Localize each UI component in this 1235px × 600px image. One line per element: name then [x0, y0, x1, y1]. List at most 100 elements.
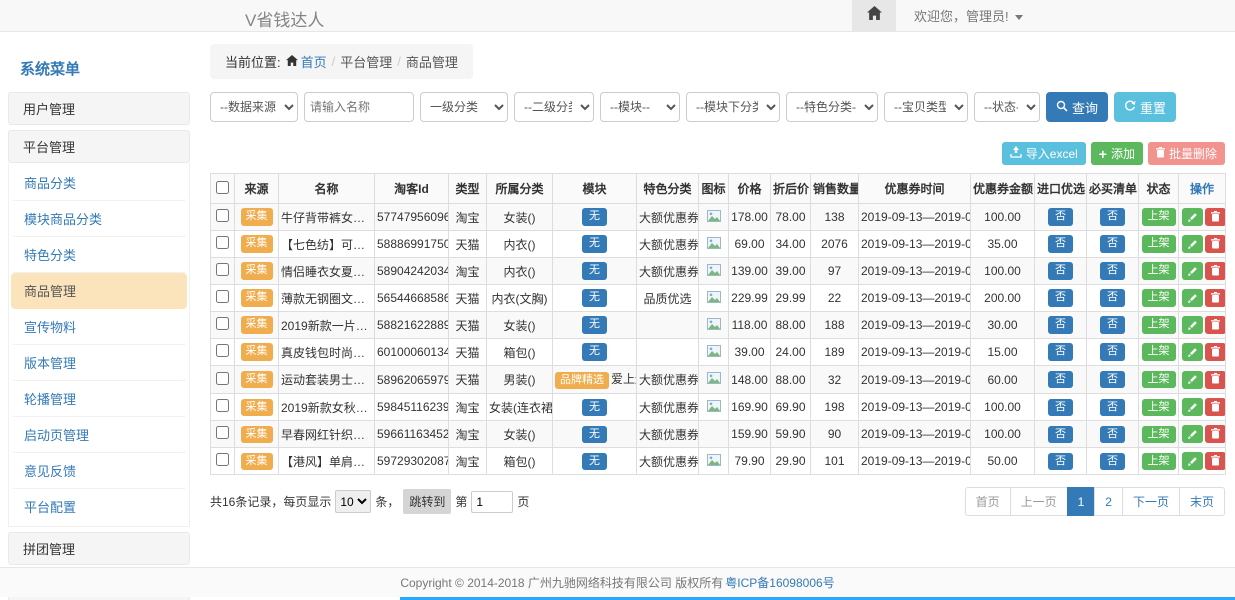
- page-button[interactable]: 首页: [965, 487, 1011, 516]
- import-toggle-badge[interactable]: 否: [1048, 371, 1073, 388]
- module-badge[interactable]: 无: [582, 453, 607, 470]
- sidebar-section-header[interactable]: 拼团管理: [8, 532, 190, 565]
- must-buy-toggle-badge[interactable]: 否: [1100, 426, 1125, 443]
- module-badge[interactable]: 无: [582, 426, 607, 443]
- delete-button[interactable]: [1205, 343, 1226, 361]
- edit-button[interactable]: [1182, 316, 1203, 334]
- sidebar-section-header[interactable]: 平台管理: [8, 130, 190, 163]
- module-badge[interactable]: 无: [582, 343, 607, 360]
- delete-button[interactable]: [1205, 316, 1226, 334]
- status-badge[interactable]: 上架: [1142, 399, 1176, 416]
- sidebar-item[interactable]: 版本管理: [11, 345, 187, 381]
- import-toggle-badge[interactable]: 否: [1048, 399, 1073, 416]
- edit-button[interactable]: [1182, 371, 1203, 389]
- import-toggle-badge[interactable]: 否: [1048, 316, 1073, 333]
- page-button[interactable]: 末页: [1179, 487, 1225, 516]
- module-badge[interactable]: 无: [582, 262, 607, 279]
- page-button[interactable]: 下一页: [1122, 487, 1180, 516]
- must-buy-toggle-badge[interactable]: 否: [1100, 371, 1125, 388]
- import-toggle-badge[interactable]: 否: [1048, 208, 1073, 225]
- module-badge[interactable]: 品牌精选: [555, 372, 609, 389]
- delete-button[interactable]: [1205, 425, 1226, 443]
- status-badge[interactable]: 上架: [1142, 262, 1176, 279]
- sidebar-item[interactable]: 启动页管理: [11, 417, 187, 453]
- delete-button[interactable]: [1205, 289, 1226, 307]
- edit-button[interactable]: [1182, 208, 1203, 226]
- module-badge[interactable]: 无: [582, 316, 607, 333]
- page-button[interactable]: 1: [1067, 487, 1096, 516]
- row-checkbox[interactable]: [216, 263, 229, 276]
- page-size-select[interactable]: 10: [335, 490, 371, 513]
- batch-delete-button[interactable]: 批量删除: [1148, 142, 1225, 165]
- must-buy-toggle-badge[interactable]: 否: [1100, 262, 1125, 279]
- edit-button[interactable]: [1182, 262, 1203, 280]
- sidebar-item[interactable]: 模块商品分类: [11, 201, 187, 237]
- edit-button[interactable]: [1182, 452, 1203, 470]
- module-badge[interactable]: 无: [582, 399, 607, 416]
- status-badge[interactable]: 上架: [1142, 235, 1176, 252]
- filter-select[interactable]: --二级分类--: [514, 92, 594, 122]
- row-checkbox[interactable]: [216, 426, 229, 439]
- filter-select[interactable]: --状态--: [974, 92, 1040, 122]
- reset-button[interactable]: 重置: [1114, 92, 1176, 122]
- edit-button[interactable]: [1182, 289, 1203, 307]
- status-badge[interactable]: 上架: [1142, 343, 1176, 360]
- module-badge[interactable]: 无: [582, 235, 607, 252]
- status-badge[interactable]: 上架: [1142, 453, 1176, 470]
- import-toggle-badge[interactable]: 否: [1048, 426, 1073, 443]
- import-toggle-badge[interactable]: 否: [1048, 262, 1073, 279]
- row-checkbox[interactable]: [216, 453, 229, 466]
- must-buy-toggle-badge[interactable]: 否: [1100, 316, 1125, 333]
- row-checkbox[interactable]: [216, 399, 229, 412]
- row-checkbox[interactable]: [216, 290, 229, 303]
- must-buy-toggle-badge[interactable]: 否: [1100, 453, 1125, 470]
- import-toggle-badge[interactable]: 否: [1048, 289, 1073, 306]
- must-buy-toggle-badge[interactable]: 否: [1100, 289, 1125, 306]
- select-all-checkbox[interactable]: [216, 181, 229, 194]
- breadcrumb-home-link[interactable]: 首页: [286, 52, 327, 71]
- delete-button[interactable]: [1205, 398, 1226, 416]
- status-badge[interactable]: 上架: [1142, 289, 1176, 306]
- delete-button[interactable]: [1205, 452, 1226, 470]
- row-checkbox[interactable]: [216, 344, 229, 357]
- must-buy-toggle-badge[interactable]: 否: [1100, 235, 1125, 252]
- edit-button[interactable]: [1182, 235, 1203, 253]
- import-toggle-badge[interactable]: 否: [1048, 343, 1073, 360]
- sidebar-item[interactable]: 轮播管理: [11, 381, 187, 417]
- delete-button[interactable]: [1205, 235, 1226, 253]
- module-badge[interactable]: 无: [582, 289, 607, 306]
- delete-button[interactable]: [1205, 371, 1226, 389]
- name-search-input[interactable]: [304, 92, 414, 122]
- user-menu[interactable]: 欢迎您，管理员!: [914, 6, 1023, 25]
- import-toggle-badge[interactable]: 否: [1048, 453, 1073, 470]
- edit-button[interactable]: [1182, 343, 1203, 361]
- add-button[interactable]: + 添加: [1091, 142, 1143, 165]
- delete-button[interactable]: [1205, 262, 1226, 280]
- module-badge[interactable]: 无: [582, 208, 607, 225]
- delete-button[interactable]: [1205, 208, 1226, 226]
- sidebar-item[interactable]: 商品管理: [11, 273, 187, 309]
- row-checkbox[interactable]: [216, 236, 229, 249]
- import-excel-button[interactable]: 导入excel: [1002, 142, 1086, 165]
- filter-select[interactable]: --模块--: [600, 92, 680, 122]
- filter-select[interactable]: --数据来源--: [210, 92, 298, 122]
- must-buy-toggle-badge[interactable]: 否: [1100, 399, 1125, 416]
- sidebar-item[interactable]: 平台配置: [11, 489, 187, 524]
- filter-select[interactable]: --模块下分类--: [686, 92, 780, 122]
- row-checkbox[interactable]: [216, 209, 229, 222]
- must-buy-toggle-badge[interactable]: 否: [1100, 343, 1125, 360]
- must-buy-toggle-badge[interactable]: 否: [1100, 208, 1125, 225]
- filter-select[interactable]: 一级分类: [420, 92, 508, 122]
- jump-button[interactable]: 跳转到: [403, 489, 451, 514]
- edit-button[interactable]: [1182, 398, 1203, 416]
- edit-button[interactable]: [1182, 425, 1203, 443]
- sidebar-section-header[interactable]: 用户管理: [8, 92, 190, 125]
- sidebar-item[interactable]: 商品分类: [11, 165, 187, 201]
- filter-select[interactable]: --特色分类--: [786, 92, 878, 122]
- import-toggle-badge[interactable]: 否: [1048, 235, 1073, 252]
- search-button[interactable]: 查询: [1046, 92, 1108, 122]
- sidebar-item[interactable]: 意见反馈: [11, 453, 187, 489]
- status-badge[interactable]: 上架: [1142, 426, 1176, 443]
- jump-page-input[interactable]: [471, 491, 513, 513]
- icp-link[interactable]: 粤ICP备16098006号: [725, 574, 834, 591]
